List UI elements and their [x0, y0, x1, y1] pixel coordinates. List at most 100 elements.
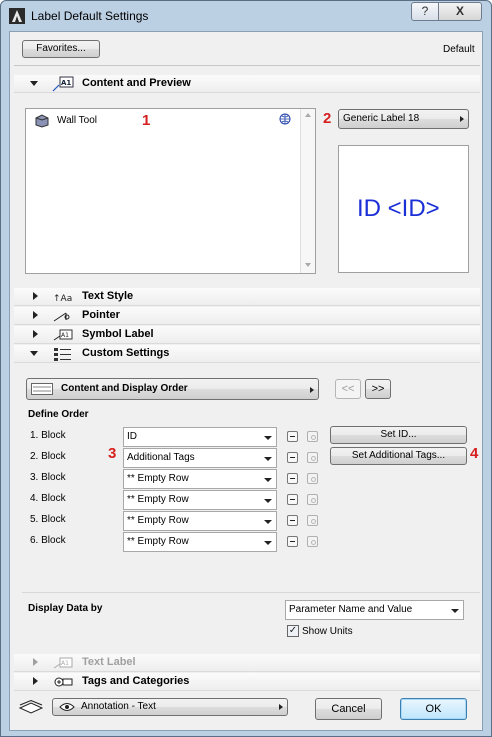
section-symbol-label[interactable]: A1 Symbol Label — [14, 326, 480, 344]
layer-button[interactable]: Annotation - Text — [52, 698, 288, 716]
dropdown-arrow-icon — [264, 520, 272, 524]
preview-text: ID <ID> — [357, 195, 440, 222]
add-block-button[interactable] — [307, 515, 318, 526]
section-custom-settings[interactable]: Custom Settings — [14, 345, 480, 363]
section-label: Text Label — [82, 656, 136, 668]
section-pointer[interactable]: Pointer — [14, 307, 480, 325]
content-display-order-button[interactable]: Content and Display Order — [26, 378, 319, 400]
remove-block-button[interactable] — [287, 536, 298, 547]
svg-text:A1: A1 — [61, 79, 71, 87]
divider — [14, 65, 480, 66]
add-block-button[interactable] — [307, 536, 318, 547]
cancel-button[interactable]: Cancel — [315, 698, 382, 720]
dialog-window: Label Default Settings ? X Favorites... … — [0, 0, 492, 737]
dropdown-arrow-icon — [264, 541, 272, 545]
display-data-by-label: Display Data by — [28, 603, 103, 614]
annotation-2: 2 — [323, 110, 332, 127]
section-label: Symbol Label — [82, 328, 154, 340]
chevron-right-icon — [460, 116, 464, 122]
dialog-body: Favorites... Default A1 Content and Prev… — [9, 31, 483, 731]
content-display-order-text: Content and Display Order — [61, 383, 188, 394]
set-id-button[interactable]: Set ID... — [330, 426, 467, 444]
section-label: Text Style — [82, 290, 134, 302]
add-block-button[interactable] — [307, 431, 318, 442]
list-icon — [31, 383, 53, 395]
chevron-right-icon — [279, 704, 283, 710]
block-select[interactable]: ** Empty Row — [123, 532, 277, 552]
favorites-button[interactable]: Favorites... — [22, 40, 100, 58]
block-select[interactable]: ** Empty Row — [123, 511, 277, 531]
dropdown-arrow-icon — [264, 436, 272, 440]
annotation-4: 4 — [470, 445, 479, 462]
section-tags-categories[interactable]: Tags and Categories — [14, 673, 480, 691]
add-block-button[interactable] — [307, 452, 318, 463]
block-select-value: ** Empty Row — [127, 515, 189, 526]
layers-icon — [18, 700, 44, 714]
title-bar: Label Default Settings ? X — [1, 1, 491, 31]
set-additional-tags-button[interactable]: Set Additional Tags... — [330, 447, 467, 465]
remove-block-button[interactable] — [287, 515, 298, 526]
section-text-label: A1 Text Label — [14, 654, 480, 672]
block-select[interactable]: ID — [123, 427, 277, 447]
define-order-label: Define Order — [28, 409, 89, 420]
default-label: Default — [443, 44, 475, 55]
block-label: 3. Block — [30, 472, 66, 483]
expand-arrow-icon[interactable] — [33, 292, 38, 300]
scroll-up-icon[interactable] — [305, 113, 311, 117]
block-label: 6. Block — [30, 535, 66, 546]
scroll-down-icon[interactable] — [305, 263, 311, 267]
expand-arrow-icon[interactable] — [33, 330, 38, 338]
app-icon — [9, 8, 25, 24]
dropdown-arrow-icon — [264, 478, 272, 482]
annotation-1: 1 — [142, 112, 151, 129]
remove-block-button[interactable] — [287, 473, 298, 484]
collapse-arrow-icon[interactable] — [30, 81, 38, 86]
block-select-value: ID — [127, 431, 137, 442]
remove-block-button[interactable] — [287, 452, 298, 463]
custom-settings-icon — [54, 348, 71, 361]
close-button[interactable]: X — [438, 2, 482, 21]
text-style-icon: ↑Aa — [53, 294, 72, 304]
symbol-label-icon: A1 — [53, 329, 73, 341]
content-preview-icon: A1 — [52, 76, 74, 92]
help-button[interactable]: ? — [411, 2, 439, 21]
section-content-preview[interactable]: A1 Content and Preview — [14, 75, 480, 93]
dropdown-arrow-icon — [264, 457, 272, 461]
svg-text:↑Aa: ↑Aa — [53, 294, 72, 304]
show-units-checkbox[interactable]: ✓ — [287, 625, 299, 637]
window-title: Label Default Settings — [31, 9, 149, 23]
ok-button[interactable]: OK — [400, 698, 467, 720]
block-label: 4. Block — [30, 493, 66, 504]
section-text-style[interactable]: ↑Aa Text Style — [14, 288, 480, 306]
display-data-select[interactable]: Parameter Name and Value — [285, 600, 464, 620]
add-block-button[interactable] — [307, 494, 318, 505]
next-button[interactable]: >> — [365, 379, 391, 399]
dropdown-arrow-icon — [451, 609, 459, 613]
collapse-arrow-icon[interactable] — [30, 351, 38, 356]
list-item[interactable]: Wall Tool — [57, 115, 97, 126]
add-block-button[interactable] — [307, 473, 318, 484]
tags-categories-icon — [54, 677, 73, 687]
element-list[interactable]: Wall Tool — [25, 108, 316, 274]
section-label: Pointer — [82, 309, 120, 321]
pointer-icon — [53, 312, 70, 322]
display-data-value: Parameter Name and Value — [289, 604, 413, 615]
remove-block-button[interactable] — [287, 431, 298, 442]
expand-arrow-icon[interactable] — [33, 311, 38, 319]
expand-arrow-icon[interactable] — [33, 677, 38, 685]
previous-button[interactable]: << — [335, 379, 361, 399]
label-type-text: Generic Label 18 — [343, 113, 420, 124]
divider — [22, 592, 480, 593]
label-type-button[interactable]: Generic Label 18 — [338, 109, 469, 129]
wall-tool-icon — [35, 114, 49, 128]
svg-text:A1: A1 — [61, 332, 69, 339]
scrollbar[interactable] — [300, 109, 315, 273]
block-select[interactable]: Additional Tags — [123, 448, 277, 468]
block-select[interactable]: ** Empty Row — [123, 490, 277, 510]
globe-icon[interactable] — [279, 113, 291, 125]
dropdown-arrow-icon — [264, 499, 272, 503]
block-select-value: ** Empty Row — [127, 536, 189, 547]
label-preview: ID <ID> — [338, 145, 469, 273]
remove-block-button[interactable] — [287, 494, 298, 505]
block-select[interactable]: ** Empty Row — [123, 469, 277, 489]
